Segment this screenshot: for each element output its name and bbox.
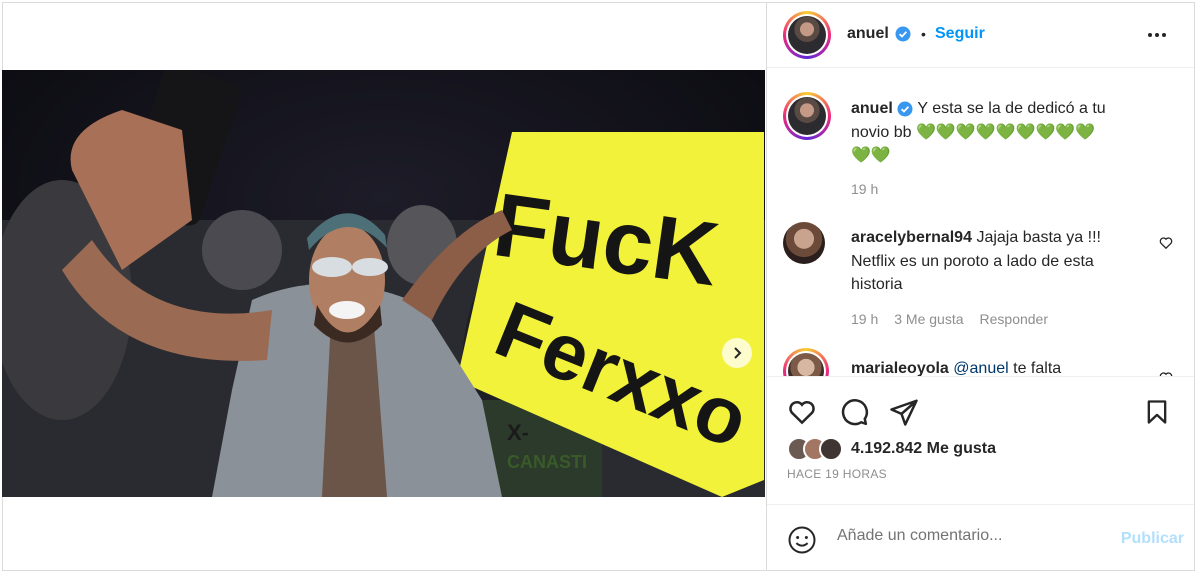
sign-small-text-2: CANASTI	[507, 452, 587, 472]
add-comment-bar: Publicar	[767, 504, 1194, 570]
bookmark-icon[interactable]	[1143, 397, 1171, 427]
likes-summary[interactable]: 4.192.842 Me gusta	[787, 437, 996, 461]
post-header: anuel • Seguir	[767, 2, 1194, 68]
comment-username[interactable]: aracelybernal94	[851, 229, 972, 246]
follow-button[interactable]: Seguir	[935, 25, 985, 43]
caption-time[interactable]: 19 h	[851, 181, 878, 197]
like-comment-icon[interactable]	[1159, 236, 1173, 250]
comment-likes[interactable]: 3 Me gusta	[894, 311, 963, 327]
post-image[interactable]: FucK Ferxxo X- CANASTI	[2, 70, 765, 497]
comment-text-line2: Netflix es un poroto a lado de esta	[851, 252, 1094, 270]
author-username[interactable]: anuel	[847, 25, 889, 43]
caption-meta: 19 h	[851, 181, 878, 197]
commenter-avatar[interactable]	[783, 348, 829, 376]
sign-small-text: X-	[507, 420, 529, 445]
heart-icon[interactable]	[787, 397, 817, 427]
comment-meta: 19 h 3 Me gusta Responder	[851, 311, 1048, 327]
post-side-panel: anuel • Seguir anuel Y esta se la de ded…	[766, 2, 1194, 571]
comment-time[interactable]: 19 h	[851, 311, 878, 327]
comment-text-line3: historia	[851, 276, 903, 293]
separator-dot: •	[921, 26, 926, 42]
author-avatar[interactable]	[783, 11, 831, 59]
comment-text-line1: Jajaja basta ya !!!	[976, 229, 1101, 246]
caption-username[interactable]: anuel	[851, 100, 893, 117]
caption-text-line1: Y esta se la de dedicó a tu	[917, 100, 1106, 117]
comment-mention[interactable]: @anuel	[953, 360, 1008, 376]
post-actions: 4.192.842 Me gusta HACE 19 HORAS	[767, 376, 1194, 506]
verified-icon	[897, 101, 913, 117]
verified-icon	[895, 26, 911, 42]
more-options-icon[interactable]	[1146, 24, 1168, 46]
emoji-icon[interactable]	[787, 525, 817, 555]
caption-avatar[interactable]	[783, 92, 831, 140]
post-time[interactable]: HACE 19 HORAS	[787, 467, 887, 481]
caption-text-line3: 💚💚	[851, 147, 891, 164]
comment-input[interactable]	[837, 527, 1087, 545]
reply-button[interactable]: Responder	[980, 311, 1049, 327]
caption-text-line2: novio bb 💚💚💚💚💚💚💚💚💚	[851, 123, 1096, 141]
liker-avatar	[819, 437, 843, 461]
publish-button[interactable]: Publicar	[1121, 530, 1184, 548]
comment-text: te falta	[1013, 360, 1062, 376]
comments-list[interactable]: anuel Y esta se la de dedicó a tu novio …	[767, 69, 1194, 376]
comment-item: aracelybernal94 Jajaja basta ya !!! Netf…	[783, 226, 1183, 336]
comment-username[interactable]: marialeoyola	[851, 360, 949, 376]
chevron-right-icon	[734, 347, 742, 359]
likes-count[interactable]: 4.192.842 Me gusta	[851, 440, 996, 458]
post-photo: FucK Ferxxo X- CANASTI	[2, 70, 765, 497]
next-image-button[interactable]	[722, 338, 752, 368]
comment-icon[interactable]	[839, 397, 869, 427]
share-icon[interactable]	[889, 397, 919, 427]
